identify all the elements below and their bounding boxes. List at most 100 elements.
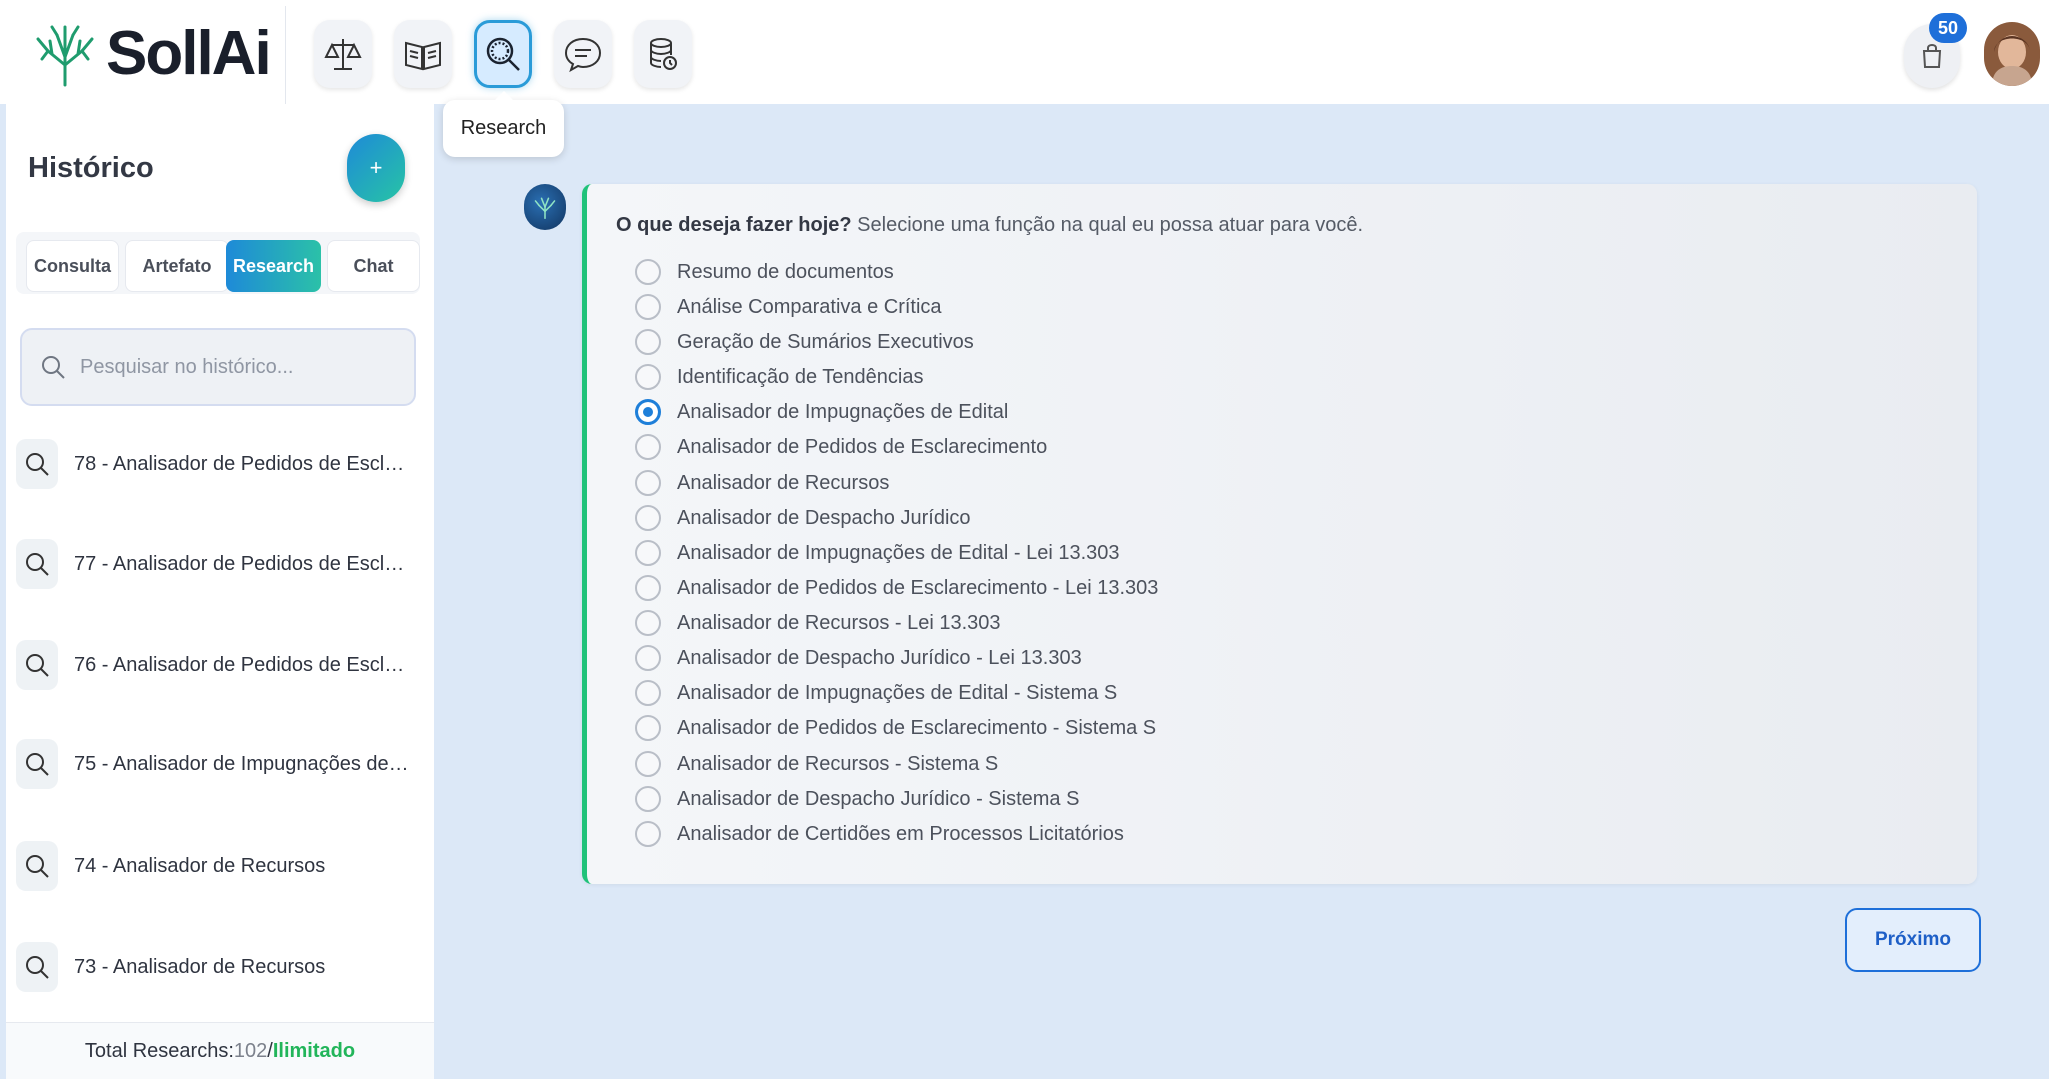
usage-limit: Ilimitado (272, 1039, 356, 1062)
option-radio[interactable]: Analisador de Pedidos de Esclarecimento … (635, 573, 1158, 603)
option-radio[interactable]: Analisador de Impugnações de Edital - Le… (635, 538, 1120, 568)
radio-button[interactable] (635, 505, 661, 531)
radio-button[interactable] (635, 470, 661, 496)
function-selection-card: O que deseja fazer hoje? Selecione uma f… (582, 184, 1977, 884)
top-bar: SollAi 50 (0, 0, 2049, 104)
assistant-avatar (524, 184, 566, 230)
user-avatar[interactable] (1984, 22, 2040, 86)
history-item[interactable]: 75 - Analisador de Impugnações de Edital (16, 734, 426, 794)
option-radio[interactable]: Analisador de Certidões em Processos Lic… (635, 819, 1124, 849)
nav-database-button[interactable] (634, 20, 692, 88)
history-title: Histórico (28, 152, 154, 184)
option-radio[interactable]: Analisador de Pedidos de Esclarecimento (635, 432, 1047, 462)
option-radio[interactable]: Análise Comparativa e Crítica (635, 292, 942, 322)
radio-button[interactable] (635, 751, 661, 777)
radio-button[interactable] (635, 294, 661, 320)
option-label: Analisador de Certidões em Processos Lic… (677, 822, 1124, 845)
option-radio[interactable]: Geração de Sumários Executivos (635, 327, 974, 357)
option-label: Resumo de documentos (677, 260, 894, 283)
usage-prefix: Total Researchs: (84, 1039, 234, 1062)
tree-logo-icon (534, 197, 556, 220)
history-item-label: 78 - Analisador de Pedidos de Esclarecim… (74, 452, 414, 475)
option-radio[interactable]: Analisador de Recursos (635, 468, 889, 498)
nav-research-button[interactable] (474, 20, 532, 88)
research-item-icon (16, 539, 58, 589)
history-sidebar: Histórico + Consulta Artefato Research C… (6, 104, 434, 1079)
app-logo[interactable]: SollAi (30, 18, 272, 89)
research-item-icon (16, 439, 58, 489)
radio-button[interactable] (635, 821, 661, 847)
radio-button[interactable] (635, 575, 661, 601)
option-label: Análise Comparativa e Crítica (677, 295, 942, 318)
book-icon (405, 41, 441, 71)
radio-button-checked[interactable] (635, 399, 661, 425)
tab-chat[interactable]: Chat (327, 240, 420, 292)
search-icon (42, 356, 65, 379)
option-radio[interactable]: Analisador de Recursos - Sistema S (635, 749, 998, 779)
history-item-label: 75 - Analisador de Impugnações de Edital (74, 752, 414, 775)
option-radio[interactable]: Analisador de Despacho Jurídico - Sistem… (635, 784, 1079, 814)
bag-icon (1922, 43, 1942, 68)
tab-artefato[interactable]: Artefato (125, 240, 229, 292)
search-input[interactable] (80, 355, 400, 379)
option-label: Geração de Sumários Executivos (677, 330, 974, 353)
research-item-icon (16, 841, 58, 891)
history-item[interactable]: 73 - Analisador de Recursos (16, 937, 426, 997)
nav-book-button[interactable] (394, 20, 452, 88)
nav-chat-button[interactable] (554, 20, 612, 88)
radio-button[interactable] (635, 680, 661, 706)
radio-button[interactable] (635, 259, 661, 285)
database-icon (650, 38, 677, 70)
radio-button[interactable] (635, 364, 661, 390)
option-label: Analisador de Pedidos de Esclarecimento (677, 435, 1048, 458)
tab-consulta[interactable]: Consulta (26, 240, 119, 292)
option-label: Identificação de Tendências (677, 365, 924, 388)
option-radio[interactable]: Resumo de documentos (635, 257, 894, 287)
radio-button[interactable] (635, 610, 661, 636)
tab-research[interactable]: Research (226, 240, 321, 292)
option-label: Analisador de Recursos (677, 471, 890, 494)
history-search (20, 328, 416, 406)
history-tabs: Consulta Artefato Research Chat (16, 232, 420, 294)
option-label: Analisador de Despacho Jurídico (677, 506, 971, 529)
prompt-question: O que deseja fazer hoje? (616, 214, 852, 236)
research-item-icon (16, 640, 58, 690)
history-item[interactable]: 74 - Analisador de Recursos (16, 836, 426, 896)
option-radio[interactable]: Identificação de Tendências (635, 362, 923, 392)
option-radio[interactable]: Analisador de Recursos - Lei 13.303 (635, 608, 1001, 638)
radio-button[interactable] (635, 715, 661, 741)
prompt-text: Selecione uma função na qual eu possa at… (851, 214, 1364, 236)
option-label: Analisador de Despacho Jurídico - Sistem… (677, 787, 1080, 810)
avatar-photo (1984, 22, 2040, 86)
radio-button[interactable] (635, 540, 661, 566)
chat-bubble-icon (564, 37, 602, 73)
option-label: Analisador de Impugnações de Edital - Si… (677, 681, 1118, 704)
history-item-label: 73 - Analisador de Recursos (74, 955, 326, 978)
history-item[interactable]: 78 - Analisador de Pedidos de Esclarecim… (16, 434, 426, 494)
magnifier-icon (486, 37, 520, 71)
option-label: Analisador de Impugnações de Edital (677, 400, 1009, 423)
option-radio[interactable]: Analisador de Despacho Jurídico (635, 503, 971, 533)
nav-legal-button[interactable] (314, 20, 372, 88)
history-item[interactable]: 76 - Analisador de Pedidos de Esclarecim… (16, 635, 426, 695)
notification-badge: 50 (1929, 13, 1967, 43)
option-radio[interactable]: Analisador de Impugnações de Edital - Si… (635, 678, 1117, 708)
radio-button[interactable] (635, 786, 661, 812)
option-label: Analisador de Impugnações de Edital - Le… (677, 541, 1120, 564)
option-radio[interactable]: Analisador de Pedidos de Esclarecimento … (635, 713, 1156, 743)
option-radio[interactable]: Analisador de Impugnações de Edital (635, 397, 1008, 427)
next-button[interactable]: Próximo (1845, 908, 1981, 972)
option-radio[interactable]: Analisador de Despacho Jurídico - Lei 13… (635, 643, 1082, 673)
option-label: Analisador de Recursos - Lei 13.303 (677, 611, 1001, 634)
history-item[interactable]: 77 - Analisador de Pedidos de Esclarecim… (16, 534, 426, 594)
scale-icon (324, 39, 362, 70)
brand-name: SollAi (106, 19, 272, 88)
research-item-icon (16, 942, 58, 992)
radio-button[interactable] (635, 329, 661, 355)
research-usage-footer: Total Researchs: 102 / Ilimitado (6, 1022, 434, 1079)
option-label: Analisador de Pedidos de Esclarecimento … (677, 716, 1157, 739)
new-research-button[interactable]: + (347, 134, 405, 202)
radio-button[interactable] (635, 645, 661, 671)
radio-button[interactable] (635, 434, 661, 460)
option-label: Analisador de Recursos - Sistema S (677, 752, 999, 775)
